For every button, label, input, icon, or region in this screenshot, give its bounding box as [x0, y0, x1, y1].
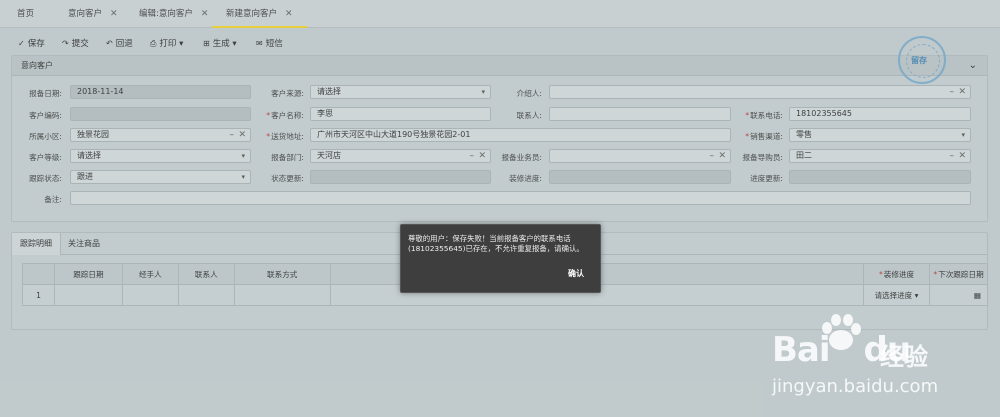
- confirm-button[interactable]: 确认: [568, 269, 584, 279]
- watermark-brand-text: Bai: [772, 330, 831, 370]
- watermark-url: jingyan.baidu.com: [772, 376, 939, 397]
- watermark-sub: 经验: [880, 343, 928, 371]
- dialog-message: 尊敬的用户：保存失败！当前报备客户的联系电话(18102355645)已存在，不…: [408, 234, 584, 253]
- error-dialog: 尊敬的用户：保存失败！当前报备客户的联系电话(18102355645)已存在，不…: [400, 224, 601, 293]
